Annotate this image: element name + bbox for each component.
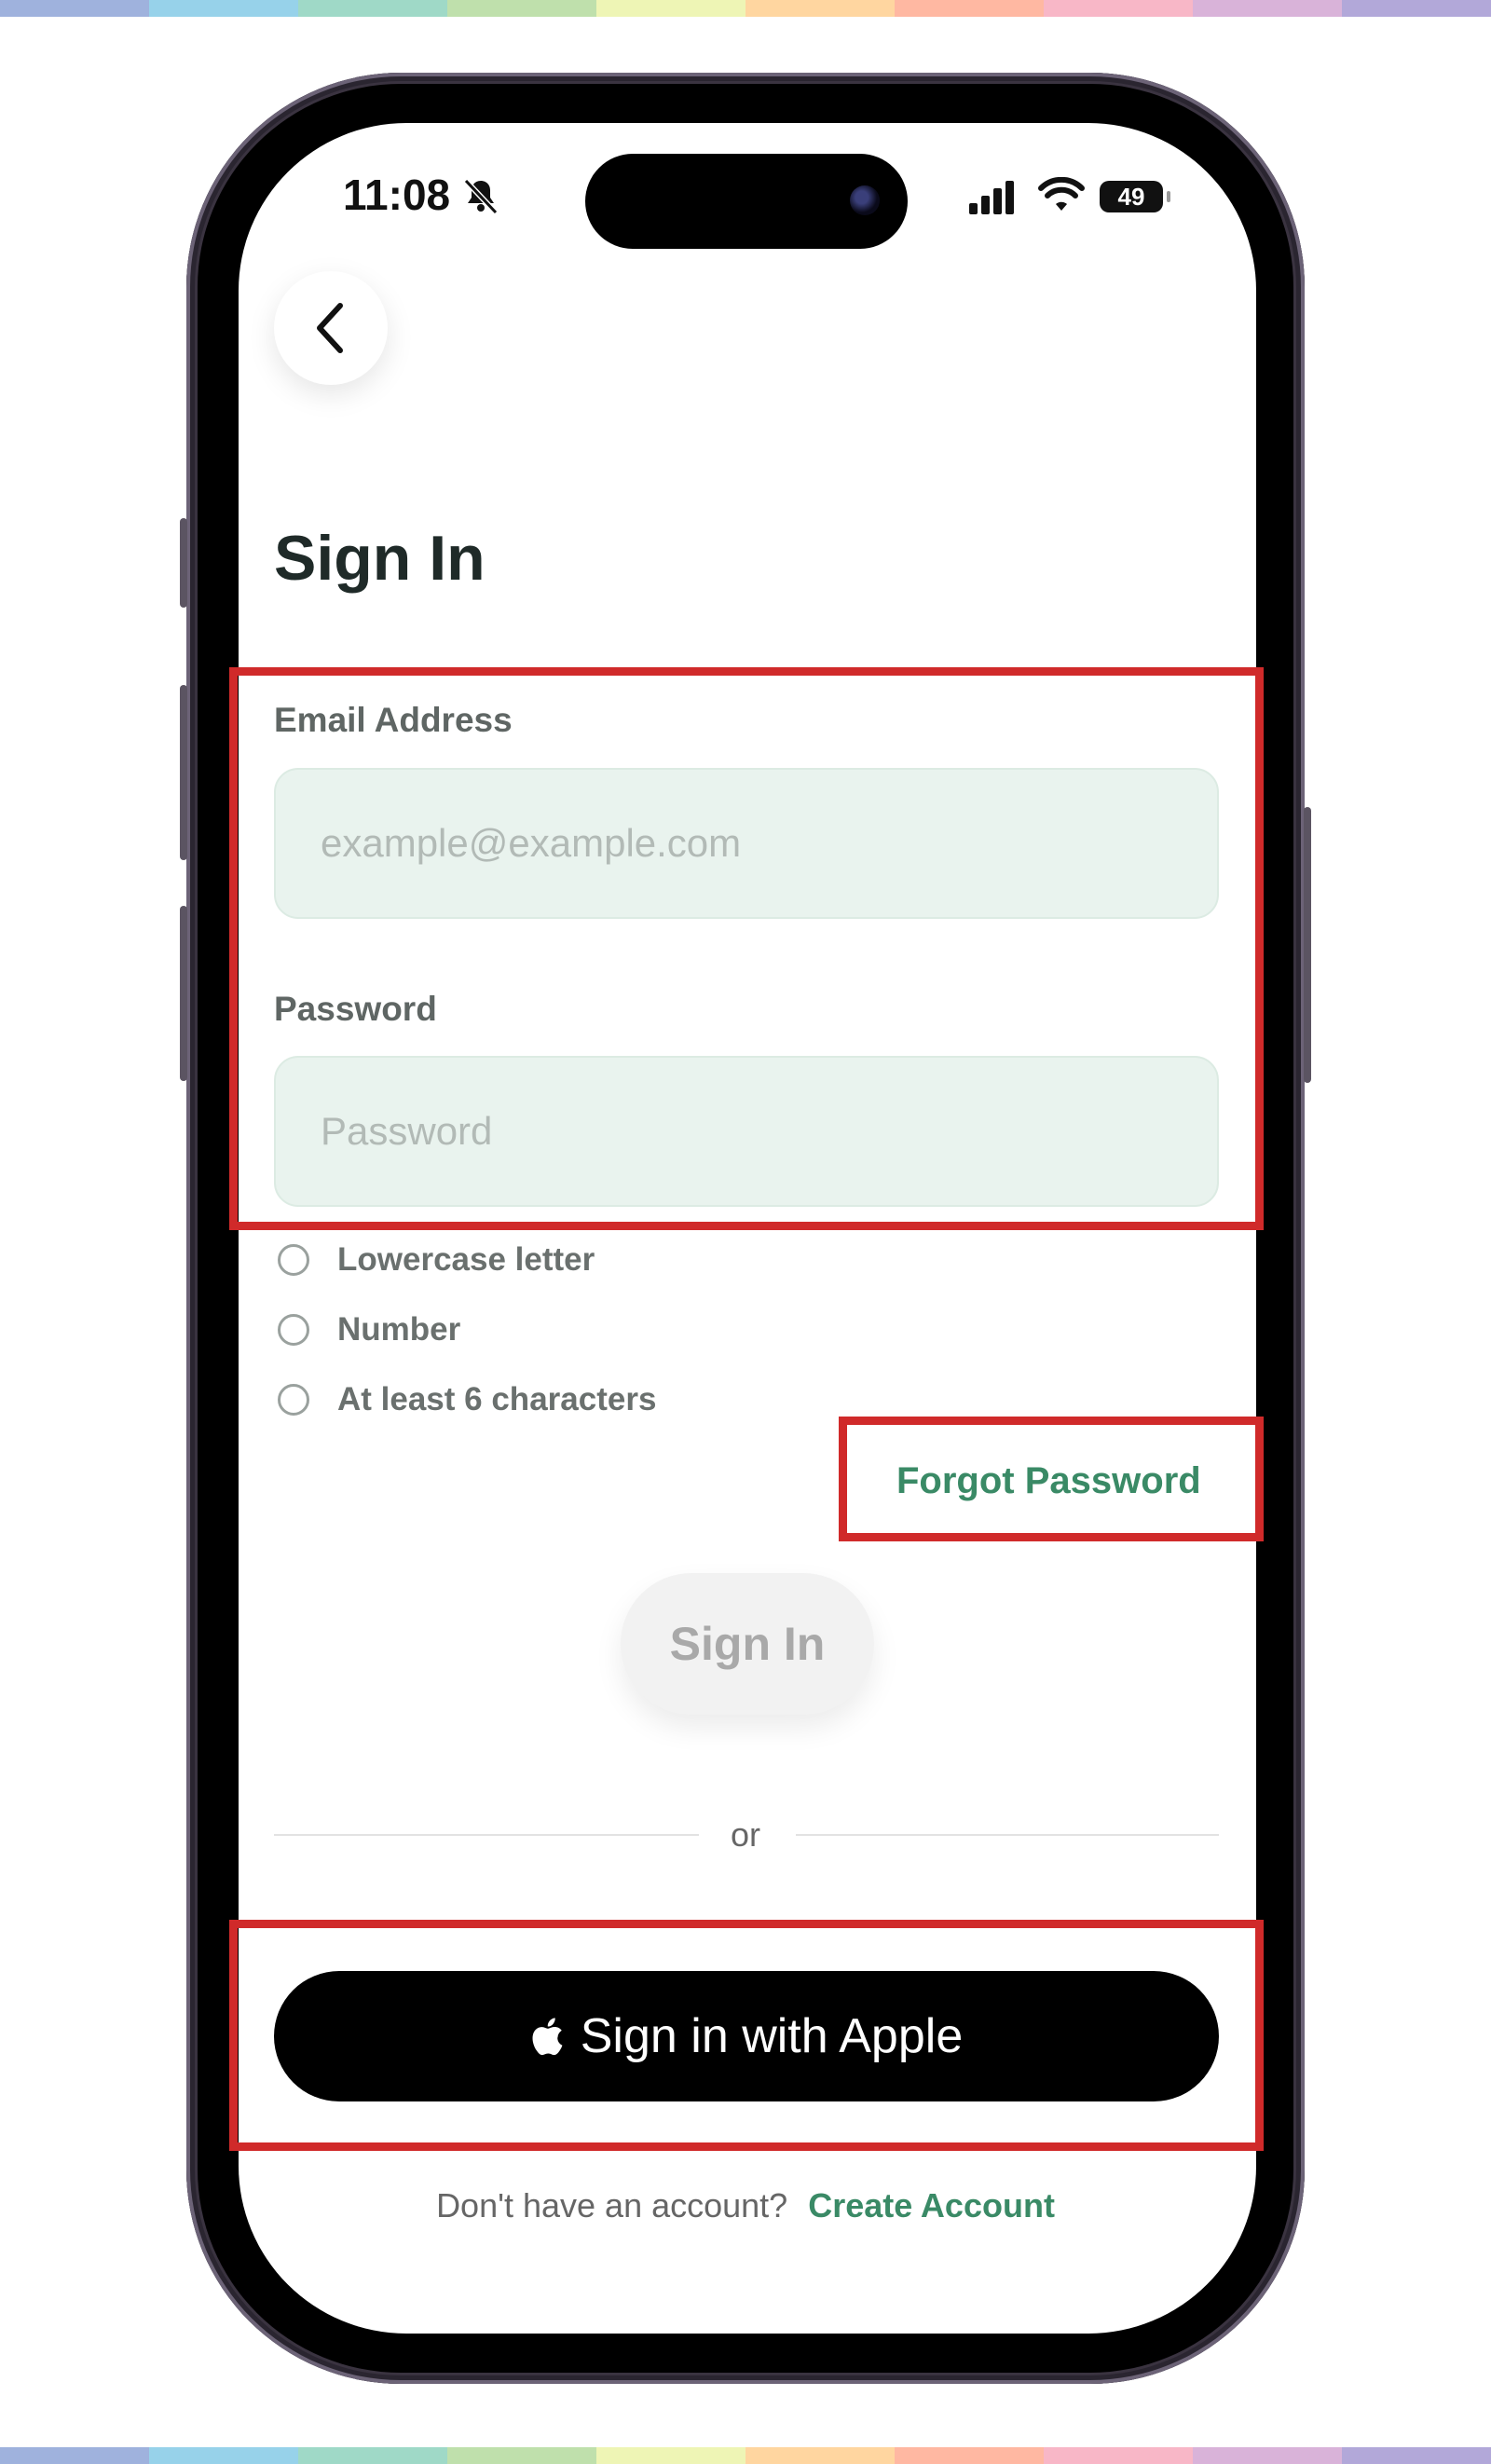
rainbow-segment — [0, 2447, 149, 2464]
rainbow-segment — [149, 0, 298, 17]
camera-lens — [850, 185, 880, 215]
bell-slash-icon — [463, 178, 499, 215]
rainbow-segment — [298, 0, 447, 17]
volume-down-button — [180, 906, 187, 1081]
action-button — [180, 518, 187, 608]
rainbow-segment — [0, 0, 149, 17]
rainbow-segment — [447, 0, 596, 17]
rainbow-bar-top — [0, 0, 1491, 17]
chevron-left-icon — [317, 303, 343, 353]
back-button[interactable] — [274, 271, 388, 385]
dynamic-island — [585, 154, 908, 249]
rainbow-segment — [596, 0, 746, 17]
battery-tip — [1167, 191, 1170, 202]
rainbow-segment — [1342, 2447, 1491, 2464]
divider-right — [796, 1834, 1219, 1836]
rainbow-bar-bottom — [0, 2447, 1491, 2464]
status-time: 11:08 — [343, 171, 451, 219]
power-button — [1304, 807, 1311, 1083]
sign-in-button[interactable]: Sign In — [621, 1573, 874, 1715]
requirement-indicator — [278, 1314, 309, 1346]
signal-icon — [969, 181, 1014, 214]
rainbow-segment — [746, 0, 895, 17]
rainbow-segment — [1044, 0, 1193, 17]
rainbow-segment — [1342, 0, 1491, 17]
rainbow-segment — [1193, 0, 1342, 17]
rainbow-segment — [1193, 2447, 1342, 2464]
rainbow-segment — [149, 2447, 298, 2464]
volume-up-button — [180, 685, 187, 860]
page-title: Sign In — [274, 523, 486, 594]
rainbow-segment — [895, 2447, 1044, 2464]
highlight-box-credentials — [229, 667, 1264, 1230]
battery-icon: 49 — [1100, 181, 1170, 212]
highlight-box-forgot-password — [839, 1417, 1264, 1541]
requirement-text: Lowercase letter — [337, 1241, 595, 1278]
create-account-link[interactable]: Create Account — [808, 2186, 1055, 2224]
rainbow-segment — [447, 2447, 596, 2464]
rainbow-segment — [596, 2447, 746, 2464]
rainbow-segment — [895, 0, 1044, 17]
footer: Don't have an account? Create Account — [0, 2186, 1491, 2225]
requirement-indicator — [278, 1244, 309, 1276]
requirement-text: Number — [337, 1311, 461, 1348]
divider-left — [274, 1834, 699, 1836]
requirement-text: At least 6 characters — [337, 1381, 657, 1417]
highlight-box-apple-signin — [229, 1920, 1264, 2151]
requirement-min-length: At least 6 characters — [278, 1381, 656, 1418]
divider-label: or — [730, 1815, 760, 1854]
footer-prompt: Don't have an account? — [436, 2186, 788, 2224]
rainbow-segment — [298, 2447, 447, 2464]
wifi-icon — [1038, 177, 1085, 211]
requirement-number: Number — [278, 1311, 460, 1348]
requirement-lowercase: Lowercase letter — [278, 1241, 595, 1279]
battery-level: 49 — [1117, 183, 1145, 211]
rainbow-segment — [1044, 2447, 1193, 2464]
rainbow-segment — [746, 2447, 895, 2464]
requirement-indicator — [278, 1384, 309, 1416]
